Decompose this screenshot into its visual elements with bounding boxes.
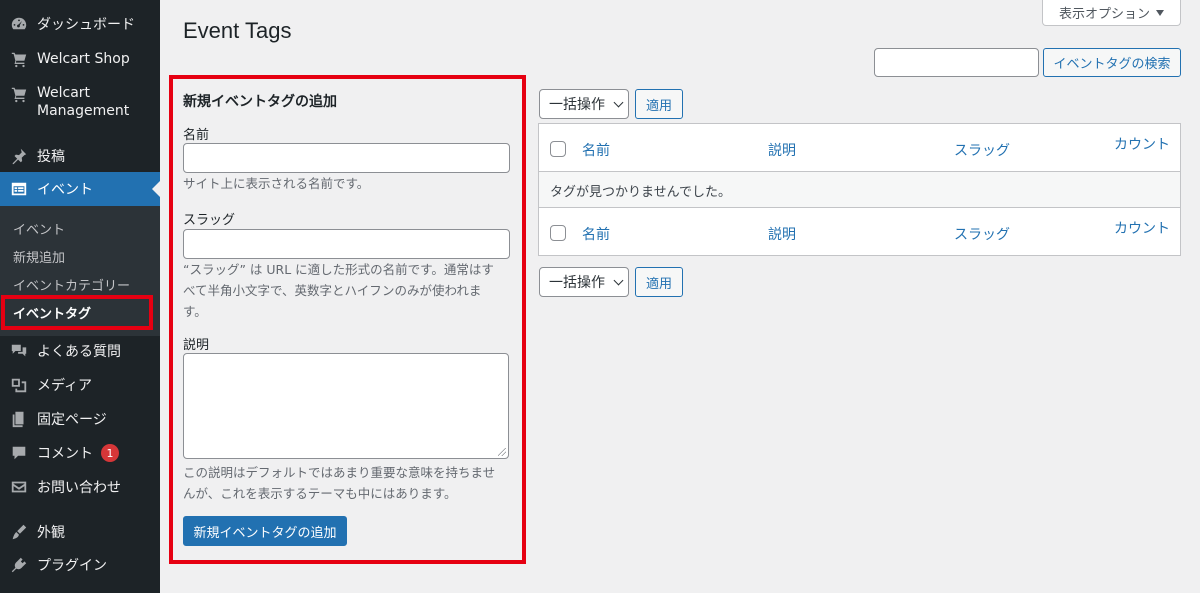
menu-item-pages[interactable]: 固定ページ — [0, 407, 160, 431]
add-tag-submit-button[interactable]: 新規イベントタグの追加 — [183, 516, 347, 546]
column-header-name[interactable]: 名前 — [582, 140, 610, 160]
menu-item-welcart-shop[interactable]: Welcart Shop — [0, 47, 160, 71]
plugin-icon — [9, 555, 29, 575]
slug-help-text: “スラッグ” は URL に適した形式の名前です。通常はす べて半角小文字で、英… — [183, 259, 513, 322]
search-tags-button[interactable]: イベントタグの検索 — [1043, 48, 1181, 77]
menu-label: プラグイン — [37, 558, 107, 574]
empty-table-message: タグが見つかりませんでした。 — [539, 172, 1180, 208]
menu-item-appearance[interactable]: 外観 — [0, 520, 160, 544]
apply-button-top[interactable]: 適用 — [635, 89, 683, 119]
table-header-row: 名前 説明 スラッグ カウント — [539, 124, 1180, 172]
name-label: 名前 — [183, 128, 210, 143]
menu-label: Welcart Shop — [37, 51, 130, 67]
table-footer-row: 名前 説明 スラッグ カウント — [539, 207, 1180, 255]
description-help-line: んが、これを表示するテーマも中にはあります。 — [183, 486, 457, 501]
bulk-action-select-bottom[interactable]: 一括操作 — [539, 267, 629, 297]
bulk-action-selected: 一括操作 — [549, 97, 605, 113]
menu-item-comments[interactable]: コメント 1 — [0, 441, 160, 465]
tags-table: 名前 説明 スラッグ カウント タグが見つかりませんでした。 名前 説明 スラッ… — [538, 123, 1181, 256]
column-footer-name[interactable]: 名前 — [582, 224, 610, 244]
comment-icon — [9, 443, 29, 463]
comments-icon — [9, 341, 29, 361]
menu-item-media[interactable]: メディア — [0, 373, 160, 397]
description-label: 説明 — [183, 338, 210, 353]
name-field[interactable] — [183, 143, 510, 173]
menu-item-posts[interactable]: 投稿 — [0, 144, 160, 168]
submenu-item-add-new[interactable]: 新規追加 — [13, 247, 65, 266]
page-icon — [9, 409, 29, 429]
name-help-text: サイト上に表示される名前です。 — [183, 176, 370, 191]
slug-help-line: す。 — [183, 304, 207, 319]
menu-item-contact[interactable]: お問い合わせ — [0, 475, 160, 499]
column-footer-slug[interactable]: スラッグ — [954, 224, 1010, 244]
menu-item-welcart-management[interactable]: Welcart Management — [0, 84, 160, 122]
menu-label: イベント — [37, 182, 93, 198]
caret-down-icon — [1156, 9, 1164, 16]
column-footer-count[interactable]: カウント — [1114, 218, 1170, 238]
chevron-down-icon — [613, 97, 624, 107]
screen-options-label: 表示オプション — [1058, 7, 1150, 22]
description-help-text: この説明はデフォルトではあまり重要な意味を持ちませ んが、これを表示するテーマも… — [183, 462, 513, 504]
cart-icon — [9, 49, 29, 69]
menu-label: Welcart Management — [37, 85, 130, 119]
column-header-slug[interactable]: スラッグ — [954, 140, 1010, 160]
cart-icon — [9, 84, 29, 104]
calendar-list-icon — [9, 179, 29, 199]
comment-count-badge: 1 — [101, 444, 119, 462]
brush-icon — [9, 522, 29, 542]
menu-item-events[interactable]: イベント — [0, 172, 160, 206]
column-footer-description[interactable]: 説明 — [768, 224, 796, 244]
menu-item-plugins[interactable]: プラグイン — [0, 553, 160, 577]
description-help-line: この説明はデフォルトではあまり重要な意味を持ちませ — [183, 465, 496, 480]
slug-help-line: “スラッグ” は URL に適した形式の名前です。通常はす — [183, 262, 494, 277]
pin-icon — [9, 146, 29, 166]
form-heading: 新規イベントタグの追加 — [183, 94, 337, 110]
menu-label: ダッシュボード — [37, 17, 135, 33]
menu-label: お問い合わせ — [37, 480, 121, 496]
column-header-count[interactable]: カウント — [1114, 134, 1170, 154]
page-title: Event Tags — [183, 18, 292, 43]
admin-sidebar: ダッシュボード Welcart Shop Welcart Management … — [0, 0, 160, 593]
column-header-description[interactable]: 説明 — [768, 140, 796, 160]
description-textarea[interactable] — [183, 353, 509, 459]
menu-label: メディア — [37, 378, 93, 394]
mail-icon — [9, 477, 29, 497]
menu-label: コメント — [37, 446, 93, 462]
slug-help-line: べて半角小文字で、英数字とハイフンのみが使われま — [183, 283, 482, 298]
submenu-item-events[interactable]: イベント — [13, 219, 65, 238]
media-icon — [9, 375, 29, 395]
dashboard-icon — [9, 14, 29, 34]
search-input[interactable] — [874, 48, 1039, 77]
chevron-down-icon — [613, 275, 624, 285]
select-all-checkbox-footer[interactable] — [550, 225, 566, 241]
menu-label: 固定ページ — [37, 412, 107, 428]
slug-label: スラッグ — [183, 213, 236, 228]
highlight-box-sidebar — [1, 295, 153, 330]
submenu-item-event-categories[interactable]: イベントカテゴリー — [13, 275, 130, 294]
screen-options-button[interactable]: 表示オプション — [1042, 0, 1181, 26]
menu-item-faq[interactable]: よくある質問 — [0, 339, 160, 363]
current-indicator-arrow — [152, 181, 160, 197]
resize-grip-icon[interactable] — [498, 448, 506, 456]
slug-field[interactable] — [183, 229, 510, 259]
select-all-checkbox[interactable] — [550, 141, 566, 157]
menu-item-dashboard[interactable]: ダッシュボード — [0, 12, 160, 36]
bulk-action-selected: 一括操作 — [549, 275, 605, 291]
menu-label: 外観 — [37, 525, 65, 541]
apply-button-bottom[interactable]: 適用 — [635, 267, 683, 297]
menu-label: 投稿 — [37, 149, 65, 165]
bulk-action-select-top[interactable]: 一括操作 — [539, 89, 629, 119]
menu-label: よくある質問 — [37, 344, 121, 360]
